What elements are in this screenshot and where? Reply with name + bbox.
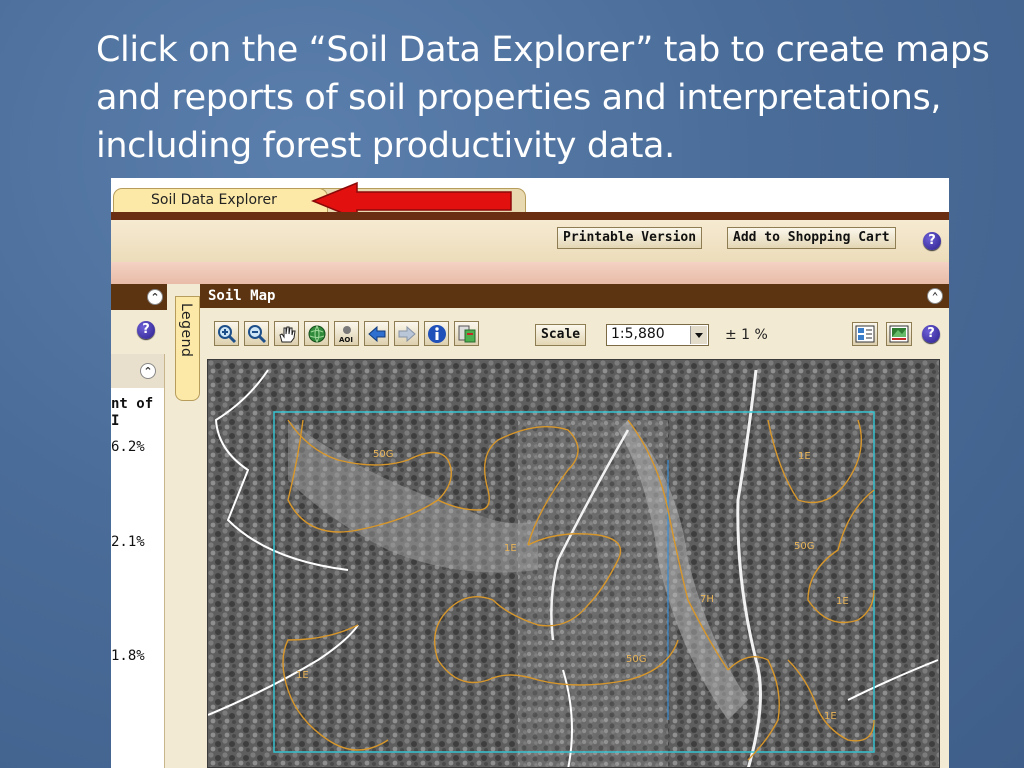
forward-arrow-icon[interactable] xyxy=(394,321,419,346)
table-header-band: ⌃ xyxy=(111,354,164,388)
aerial-soil-map[interactable]: 50G 1E 50G 7H 1E 1E 50G 1E 1E xyxy=(207,359,940,768)
instruction-line-3: including forest productivity data. xyxy=(96,126,675,166)
left-panel-header: ⌃ xyxy=(111,284,167,310)
map-unit-label: 1E xyxy=(824,711,837,722)
globe-icon[interactable] xyxy=(304,321,329,346)
collapse-icon[interactable]: ⌃ xyxy=(147,289,163,305)
help-icon[interactable]: ? xyxy=(923,232,941,250)
table-cell: 6.2% xyxy=(111,439,145,455)
separator-band xyxy=(111,262,949,284)
left-panel: ⌃ ? ⌃ nt of I 6.2% 2.1% 1.8% xyxy=(111,284,167,768)
instruction-line-2: and reports of soil properties and inter… xyxy=(96,78,942,118)
zoom-in-icon[interactable] xyxy=(214,321,239,346)
add-to-shopping-cart-button[interactable]: Add to Shopping Cart xyxy=(727,227,896,249)
tab-soil-data-explorer[interactable]: Soil Data Explorer xyxy=(113,188,328,212)
aoi-icon[interactable]: AOI xyxy=(334,321,359,346)
collapse-icon[interactable]: ⌃ xyxy=(140,363,156,379)
top-toolbar: Printable Version Add to Shopping Cart ? xyxy=(111,220,949,263)
legend-label: Legend xyxy=(178,303,194,358)
collapse-icon[interactable]: ⌃ xyxy=(927,288,943,304)
tab-bar-underline xyxy=(111,212,949,220)
scale-precision: ± 1 % xyxy=(725,327,768,343)
map-unit-label: 1E xyxy=(504,543,517,554)
layout-icon[interactable] xyxy=(852,322,878,346)
column-header: nt of I xyxy=(111,396,154,429)
svg-text:AOI: AOI xyxy=(339,336,353,344)
percent-table: ⌃ nt of I 6.2% 2.1% 1.8% xyxy=(111,354,165,768)
map-unit-label: 50G xyxy=(373,449,393,460)
map-unit-label: 50G xyxy=(794,541,814,552)
info-icon[interactable] xyxy=(424,321,449,346)
scale-button[interactable]: Scale xyxy=(535,324,587,346)
table-cell: 2.1% xyxy=(111,534,145,550)
zoom-out-icon[interactable] xyxy=(244,321,269,346)
soil-map-title: Soil Map xyxy=(208,288,276,304)
map-unit-label: 7H xyxy=(700,594,714,605)
chevron-down-icon[interactable] xyxy=(690,326,707,344)
map-view-icon[interactable] xyxy=(886,322,912,346)
help-icon[interactable]: ? xyxy=(922,325,940,343)
scale-select[interactable]: 1:5,880 xyxy=(606,324,709,346)
instruction-line-1: Click on the “Soil Data Explorer” tab to… xyxy=(96,30,990,70)
slide-instructions: Click on the “Soil Data Explorer” tab to… xyxy=(96,26,1016,170)
web-soil-survey-screenshot: Soil Data Explorer Printable Version Add… xyxy=(111,178,949,768)
map-unit-label: 1E xyxy=(836,596,849,607)
soil-map-header: Soil Map ⌃ xyxy=(200,284,949,308)
pan-hand-icon[interactable] xyxy=(274,321,299,346)
identify-icon[interactable] xyxy=(454,321,479,346)
legend-tab[interactable]: Legend xyxy=(175,296,200,401)
tab-label: Soil Data Explorer xyxy=(151,192,277,208)
map-unit-label: 1E xyxy=(296,670,309,681)
tab-strip: Soil Data Explorer xyxy=(111,178,949,221)
table-cell: 1.8% xyxy=(111,648,145,664)
soil-map-panel: Soil Map ⌃ AOI Scale 1:5,880 ± 1 % ? 50G… xyxy=(200,284,949,768)
scale-value: 1:5,880 xyxy=(611,326,665,342)
map-unit-label: 50G xyxy=(626,654,646,665)
map-unit-label: 1E xyxy=(798,451,811,462)
help-icon[interactable]: ? xyxy=(137,321,155,339)
printable-version-button[interactable]: Printable Version xyxy=(557,227,703,249)
back-arrow-icon[interactable] xyxy=(364,321,389,346)
